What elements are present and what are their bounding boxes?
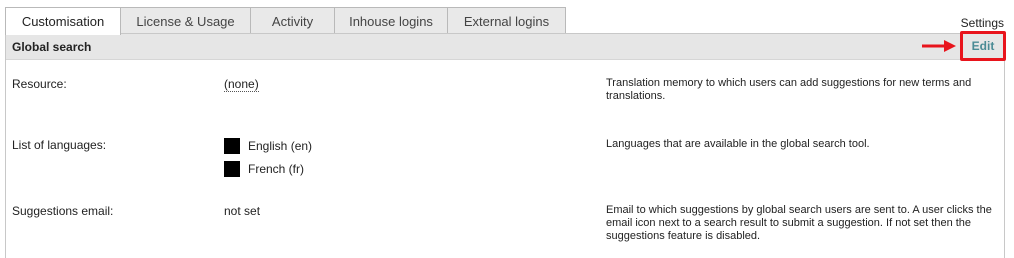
section-title: Global search [12, 40, 92, 54]
tab-customisation[interactable]: Customisation [5, 7, 121, 35]
tab-bar: Customisation License & Usage Activity I… [5, 7, 566, 35]
tab-external-logins[interactable]: External logins [447, 7, 566, 34]
resource-description: Translation memory to which users can ad… [606, 77, 972, 102]
email-value: not set [224, 204, 261, 218]
list-item: French (fr) [224, 161, 312, 177]
email-label: Suggestions email: [12, 204, 114, 218]
resource-value[interactable]: (none) [224, 77, 259, 92]
list-item: English (en) [224, 138, 312, 154]
resource-label: Resource: [12, 77, 67, 91]
language-list: English (en) French (fr) [224, 138, 312, 184]
languages-label: List of languages: [12, 138, 107, 152]
tab-license-usage[interactable]: License & Usage [120, 7, 251, 34]
edit-button[interactable]: Edit [972, 39, 995, 53]
arrow-right-icon [922, 40, 956, 52]
language-name: English (en) [248, 139, 313, 153]
language-color-swatch [224, 138, 240, 154]
tab-inhouse-logins[interactable]: Inhouse logins [334, 7, 448, 34]
edit-highlight: Edit [960, 31, 1006, 61]
section-header: Global search Edit [6, 31, 1006, 61]
tab-activity[interactable]: Activity [250, 7, 335, 34]
language-color-swatch [224, 161, 240, 177]
language-name: French (fr) [248, 162, 305, 176]
global-search-panel: Global search Edit Resource: (none) Tran… [5, 31, 1006, 258]
settings-label: Settings [960, 16, 1004, 30]
email-description: Email to which suggestions by global sea… [606, 204, 992, 242]
languages-description: Languages that are available in the glob… [606, 138, 870, 150]
